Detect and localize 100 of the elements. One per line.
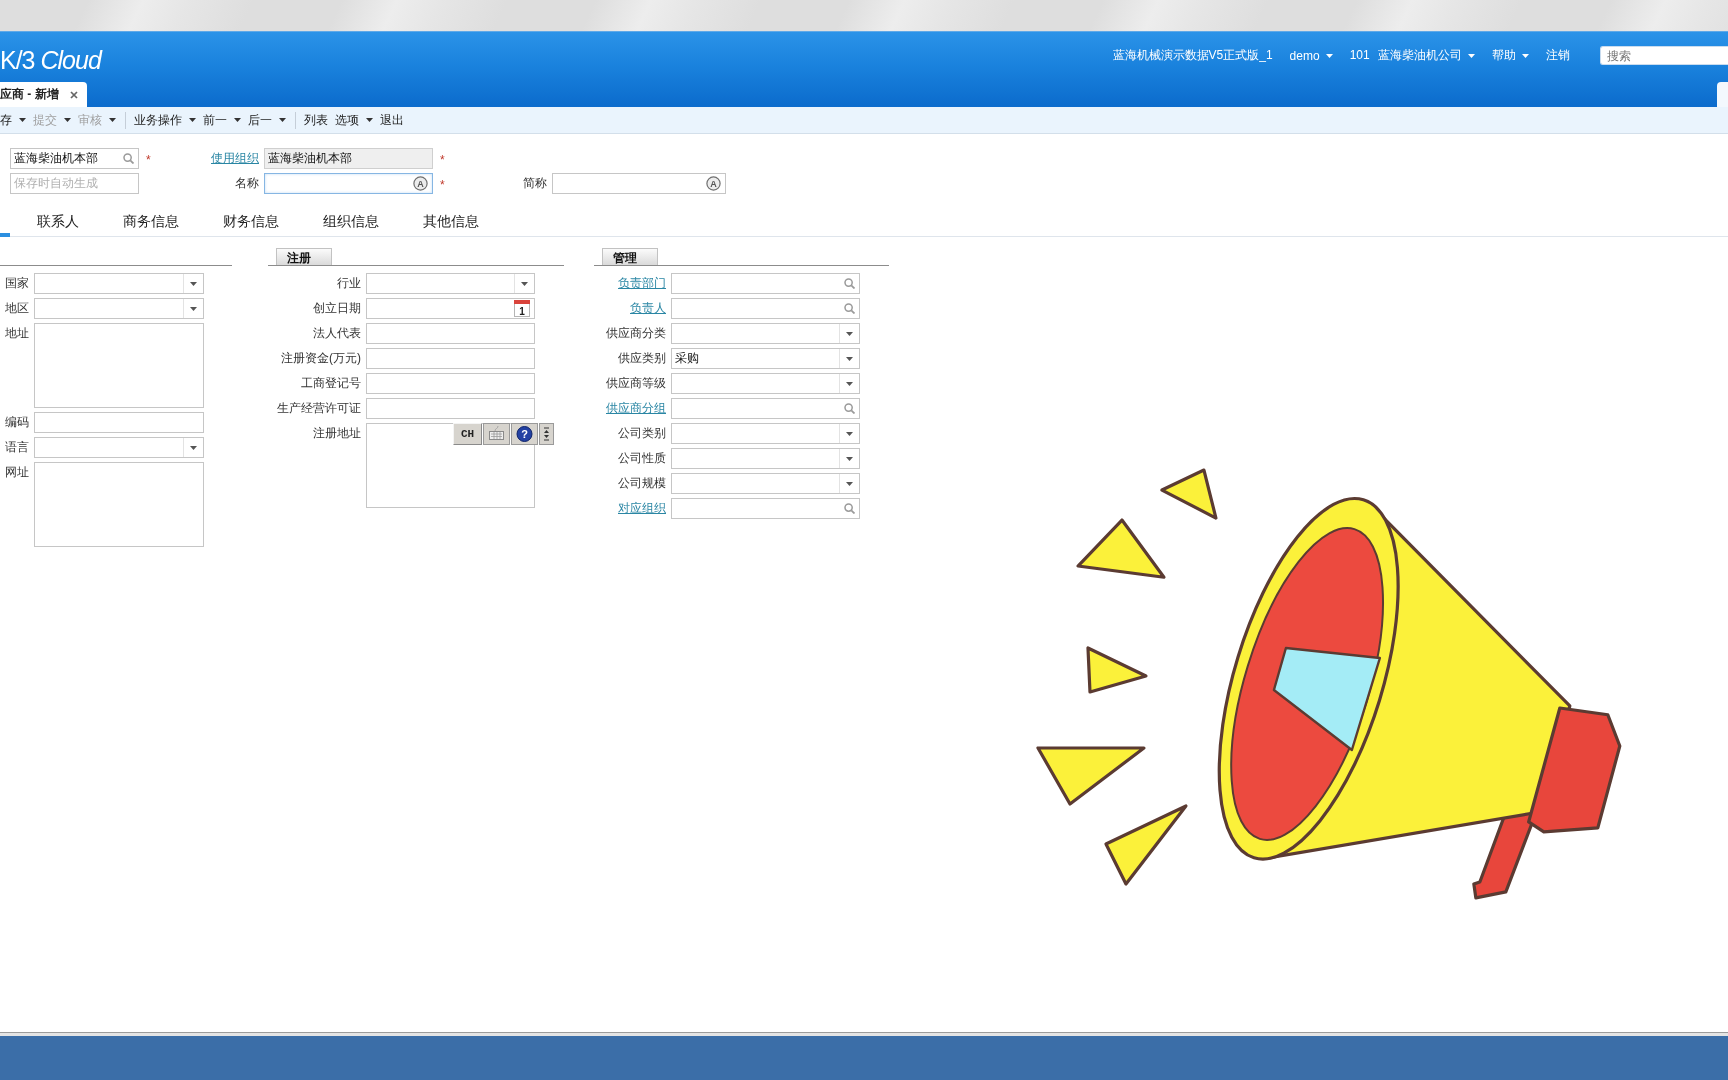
dropdown-field[interactable] (366, 273, 535, 294)
toolbar-button[interactable]: 前一 (203, 110, 245, 130)
help-icon[interactable]: ? (511, 423, 538, 445)
section-heading: 注册 (276, 248, 332, 265)
text-field[interactable]: 保存时自动生成 (10, 173, 139, 194)
caret-icon (846, 356, 853, 361)
lookup-field[interactable] (671, 273, 860, 294)
close-icon[interactable] (69, 90, 78, 99)
field-label: 语言 (5, 440, 29, 454)
tab[interactable]: 联系人 (15, 213, 101, 237)
toolbar-button[interactable]: 退出 (380, 110, 408, 130)
field-link[interactable]: 负责人 (630, 301, 666, 315)
keyboard-icon[interactable] (483, 423, 510, 445)
dropdown-field[interactable] (34, 298, 204, 319)
dropdown-field[interactable]: 采购 (671, 348, 860, 369)
header-menu[interactable]: 101 蓝海柴油机公司 (1349, 47, 1475, 64)
dropdown-field[interactable] (34, 273, 204, 294)
up-down-arrows-icon[interactable] (539, 423, 554, 445)
field-label: 编码 (5, 415, 29, 429)
caret-icon (846, 331, 853, 336)
search-icon (844, 503, 855, 514)
burst-mark (1086, 646, 1148, 694)
field-label: 供应类别 (618, 351, 666, 365)
document-tab[interactable]: 应商 - 新增 (0, 82, 87, 107)
required-mark: * (440, 153, 445, 167)
dropdown-field[interactable] (671, 323, 860, 344)
text-field[interactable] (366, 348, 535, 369)
dropdown-field[interactable] (671, 373, 860, 394)
field-label: 地区 (5, 301, 29, 315)
field-label: 公司类别 (618, 426, 666, 440)
tab[interactable]: 其他信息 (401, 213, 501, 237)
required-mark: * (146, 153, 151, 167)
field-label: 国家 (5, 276, 29, 290)
caret-icon (521, 281, 528, 286)
text-area[interactable] (34, 462, 204, 547)
toolbar-button[interactable]: 业务操作 (134, 110, 200, 130)
dropdown-field[interactable] (671, 423, 860, 444)
search-icon (123, 153, 134, 164)
language-badge-icon[interactable]: A (706, 176, 721, 191)
search-icon (844, 403, 855, 414)
field-label: 行业 (337, 276, 361, 290)
lookup-field[interactable] (671, 298, 860, 319)
text-field[interactable] (366, 323, 535, 344)
field-label: 法人代表 (313, 326, 361, 340)
field-label: 公司规模 (618, 476, 666, 490)
section-heading: 管理 (602, 248, 658, 265)
caret-icon (190, 445, 197, 450)
header-menu[interactable]: demo (1289, 48, 1333, 63)
field-label: 简称 (523, 176, 547, 190)
field-label: 地址 (5, 326, 29, 340)
language-button[interactable]: CH (453, 423, 482, 445)
caret-icon (846, 456, 853, 461)
search-field[interactable]: 搜索 (1600, 46, 1728, 65)
text-field[interactable] (366, 398, 535, 419)
field-link[interactable]: 供应商分组 (606, 401, 666, 415)
text-field[interactable]: A (552, 173, 726, 194)
text-area[interactable] (34, 323, 204, 408)
field-link[interactable]: 负责部门 (618, 276, 666, 290)
field-label: 网址 (5, 465, 29, 479)
caret-icon (190, 281, 197, 286)
tab[interactable]: 商务信息 (101, 213, 201, 237)
date-field[interactable]: 1 (366, 298, 535, 319)
text-field[interactable] (366, 373, 535, 394)
language-badge-icon[interactable]: A (413, 176, 428, 191)
dropdown-field[interactable] (34, 437, 204, 458)
search-icon (844, 303, 855, 314)
toolbar-button[interactable]: 存 (0, 110, 30, 130)
field-label: 创立日期 (313, 301, 361, 315)
lookup-field[interactable] (671, 498, 860, 519)
toolbar-button[interactable]: 选项 (335, 110, 377, 130)
toolbar-button[interactable]: 后一 (248, 110, 290, 130)
search-icon (844, 278, 855, 289)
header-menu[interactable]: 帮助 (1492, 47, 1529, 64)
document-tab[interactable] (1717, 82, 1728, 107)
lookup-field[interactable]: 蓝海柴油机本部 (10, 148, 139, 169)
field-label: 注册资金(万元) (281, 351, 361, 365)
field-link[interactable]: 对应组织 (618, 501, 666, 515)
tab[interactable]: 财务信息 (201, 213, 301, 237)
field-label: 公司性质 (618, 451, 666, 465)
caret-icon (846, 431, 853, 436)
field-label: 名称 (235, 176, 259, 190)
text-field[interactable] (34, 412, 204, 433)
dropdown-field[interactable] (671, 448, 860, 469)
field-label: 工商登记号 (301, 376, 361, 390)
field-label: 生产经营许可证 (277, 401, 361, 415)
tab[interactable]: 组织信息 (301, 213, 401, 237)
caret-icon (846, 481, 853, 486)
calendar-icon[interactable]: 1 (514, 300, 530, 317)
field-label: 供应商等级 (606, 376, 666, 390)
dropdown-field[interactable] (671, 473, 860, 494)
caret-icon (190, 306, 197, 311)
header-link[interactable]: 注销 (1546, 47, 1570, 64)
header-link[interactable]: 蓝海机械演示数据V5正式版_1 (1112, 47, 1273, 64)
toolbar-button[interactable]: 列表 (304, 110, 332, 130)
required-mark: * (440, 178, 445, 192)
caret-icon (846, 381, 853, 386)
field-label: 注册地址 (313, 426, 361, 440)
field-label: 供应商分类 (606, 326, 666, 340)
text-field[interactable]: A (264, 173, 433, 194)
lookup-field[interactable] (671, 398, 860, 419)
